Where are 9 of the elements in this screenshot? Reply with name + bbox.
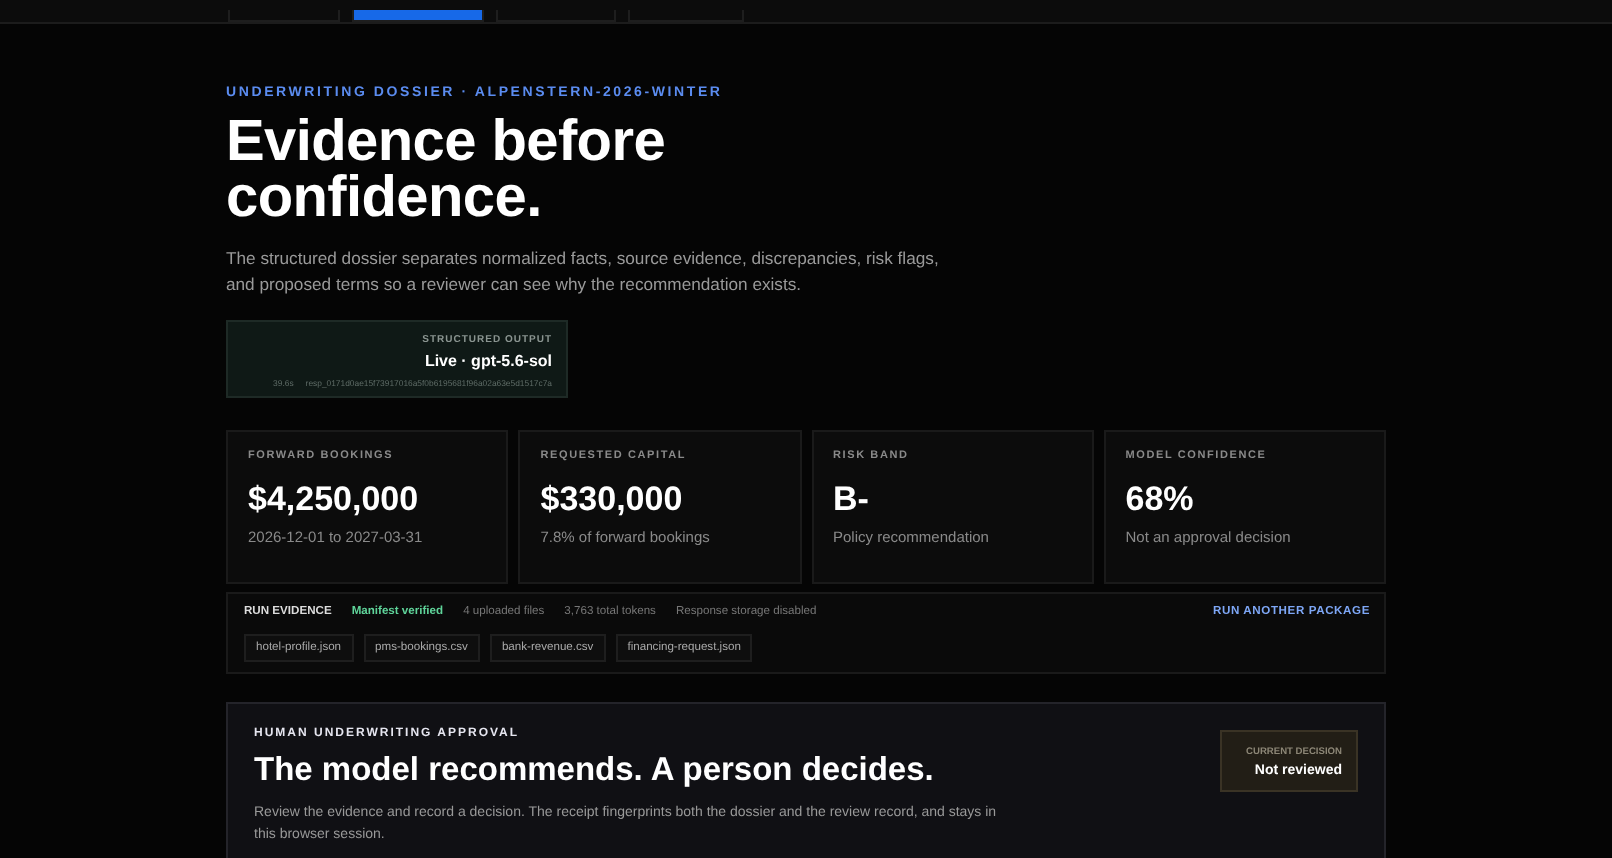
metric-value: $4,250,000 bbox=[248, 480, 421, 520]
metric-value: $330,000 bbox=[540, 480, 685, 520]
tab[interactable] bbox=[352, 10, 484, 22]
metric-value: 68% bbox=[1125, 480, 1196, 520]
intro-text: The structured dossier separates normalized facts, source evidence, discrepancies, risk flags, and proposed terms so a reviewer can see why the recommendation exists. bbox=[226, 246, 941, 298]
approval-heading: The model recommends. A person decides. bbox=[254, 752, 936, 790]
model-name: Live · gpt-5.6-sol bbox=[424, 352, 552, 370]
metric-value: B- bbox=[833, 480, 871, 520]
page-heading: Evidence before confidence. bbox=[226, 114, 668, 226]
